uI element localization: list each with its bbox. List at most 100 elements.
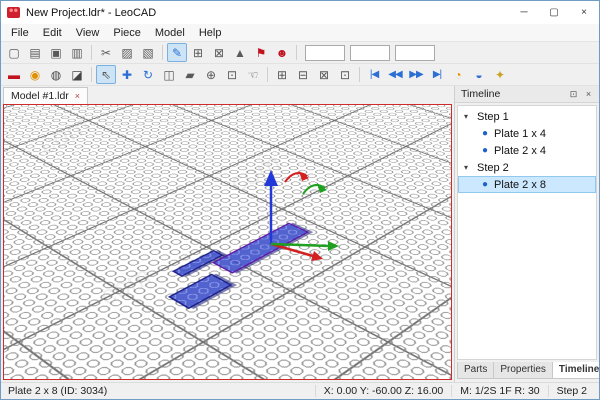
tab-timeline[interactable]: Timeline bbox=[552, 362, 600, 379]
toolbar-separator bbox=[359, 67, 360, 82]
dock-close-icon[interactable]: × bbox=[581, 87, 596, 102]
menu-view[interactable]: View bbox=[69, 26, 107, 40]
angle-snap-combo[interactable] bbox=[350, 45, 390, 61]
dock-tab-bar: Parts Properties Timeline bbox=[455, 362, 599, 382]
menu-model[interactable]: Model bbox=[148, 26, 192, 40]
view-reset-button[interactable]: ⊡ bbox=[335, 65, 355, 84]
cut-button[interactable]: ✂ bbox=[96, 43, 116, 62]
title-bar: New Project.ldr* - LeoCAD ─ ▢ × bbox=[1, 1, 599, 24]
timeline-step-2[interactable]: ▾ Step 2 bbox=[458, 159, 596, 176]
step-label: Step 1 bbox=[477, 111, 509, 123]
toolbar-separator bbox=[267, 67, 268, 82]
window-title: New Project.ldr* - LeoCAD bbox=[26, 7, 509, 19]
open-button[interactable]: ▤ bbox=[25, 43, 45, 62]
print-button[interactable]: ▥ bbox=[67, 43, 87, 62]
transform-combo[interactable] bbox=[395, 45, 435, 61]
tab-parts[interactable]: Parts bbox=[457, 362, 494, 379]
standard-toolbar: ▢ ▤ ▣ ▥ ✂ ▨ ▧ ✎ ⊞ ⊠ ▲ ⚑ ☻ bbox=[1, 42, 599, 64]
snap-translate-button[interactable]: ⊞ bbox=[188, 43, 208, 62]
step-next-button[interactable]: ▶▶ bbox=[406, 65, 426, 84]
menu-edit[interactable]: Edit bbox=[36, 26, 69, 40]
menu-file[interactable]: File bbox=[4, 26, 36, 40]
brick-plate-2x4[interactable] bbox=[168, 274, 233, 309]
pan-tool-button[interactable]: ☜ bbox=[243, 65, 263, 84]
copy-button[interactable]: ▨ bbox=[117, 43, 137, 62]
gizmo-z-axis-arrow[interactable] bbox=[264, 170, 278, 244]
main-area: Model #1.ldr × com com com bbox=[1, 86, 599, 382]
tools-toolbar: ▬ ◉ ◍ ◪ ⇖ ✚ ↻ ◫ ▰ ⊕ ⊡ ☜ ⊞ ⊟ ⊠ ⊡ |◀ ◀◀ ▶▶… bbox=[1, 64, 599, 86]
menu-help[interactable]: Help bbox=[192, 26, 229, 40]
status-bar: Plate 2 x 8 (ID: 3034) X: 0.00 Y: -60.00… bbox=[1, 382, 599, 399]
toolbar-separator bbox=[91, 67, 92, 82]
light-button[interactable]: ◉ bbox=[25, 65, 45, 84]
model-tab[interactable]: Model #1.ldr × bbox=[3, 87, 88, 104]
part-label: Plate 2 x 8 bbox=[494, 179, 546, 191]
chevron-down-icon[interactable]: ▾ bbox=[464, 112, 472, 121]
timeline-dock: Timeline ⊡ × ▾ Step 1 ● Plate 1 x 4 ● Pl… bbox=[454, 86, 599, 382]
step-previous-button[interactable]: ◀◀ bbox=[385, 65, 405, 84]
step-first-button[interactable]: |◀ bbox=[364, 65, 384, 84]
part-label: Plate 2 x 4 bbox=[494, 145, 546, 157]
transform-button[interactable]: ▲ bbox=[230, 43, 250, 62]
add-keys-button[interactable]: ✦ bbox=[490, 65, 510, 84]
zoom-in-tool-button[interactable]: ⊕ bbox=[201, 65, 221, 84]
preview-button[interactable]: ◔ bbox=[448, 65, 468, 84]
camera-button[interactable]: ◪ bbox=[67, 65, 87, 84]
toolbar-separator bbox=[162, 45, 163, 60]
tab-close-icon[interactable]: × bbox=[75, 91, 80, 101]
pencil-tool-button[interactable]: ✎ bbox=[167, 43, 187, 62]
view-remove-button[interactable]: ⊠ bbox=[314, 65, 334, 84]
menu-piece[interactable]: Piece bbox=[106, 26, 148, 40]
part-dot-icon: ● bbox=[482, 128, 488, 139]
snap-rotate-button[interactable]: ⊠ bbox=[209, 43, 229, 62]
paste-button[interactable]: ▧ bbox=[138, 43, 158, 62]
status-coordinates: X: 0.00 Y: -60.00 Z: 16.00 bbox=[315, 385, 451, 397]
dock-title: Timeline bbox=[461, 88, 566, 100]
rotate-tool-button[interactable]: ↻ bbox=[138, 65, 158, 84]
new-button[interactable]: ▢ bbox=[4, 43, 24, 62]
timeline-part-plate-2x4[interactable]: ● Plate 2 x 4 bbox=[458, 142, 596, 159]
maximize-button[interactable]: ▢ bbox=[539, 1, 569, 24]
tab-properties[interactable]: Properties bbox=[493, 362, 553, 379]
view-split-vertical-button[interactable]: ⊟ bbox=[293, 65, 313, 84]
move-tool-button[interactable]: ✚ bbox=[117, 65, 137, 84]
step-last-button[interactable]: ▶| bbox=[427, 65, 447, 84]
menu-bar: File Edit View Piece Model Help bbox=[1, 24, 599, 42]
timeline-step-1[interactable]: ▾ Step 1 bbox=[458, 108, 596, 125]
gizmo-rotate-y-handle[interactable] bbox=[303, 183, 327, 194]
render-button[interactable]: ◒ bbox=[469, 65, 489, 84]
model-tab-label: Model #1.ldr bbox=[11, 90, 69, 102]
toolbar-separator bbox=[91, 45, 92, 60]
close-button[interactable]: × bbox=[569, 1, 599, 24]
relative-mode-button[interactable]: ⚑ bbox=[251, 43, 271, 62]
gizmo-rotate-x-handle[interactable] bbox=[285, 171, 309, 182]
status-snap: M: 1/2S 1F R: 30 bbox=[451, 385, 547, 397]
viewport-3d[interactable]: com com com bbox=[3, 104, 452, 380]
toolbar-separator bbox=[296, 45, 297, 60]
save-button[interactable]: ▣ bbox=[46, 43, 66, 62]
chevron-down-icon[interactable]: ▾ bbox=[464, 163, 472, 172]
model-tab-bar: Model #1.ldr × bbox=[3, 86, 452, 104]
status-step: Step 2 bbox=[548, 385, 595, 397]
timeline-tree: ▾ Step 1 ● Plate 1 x 4 ● Plate 2 x 4 ▾ S… bbox=[457, 105, 597, 360]
zoom-region-tool-button[interactable]: ⊡ bbox=[222, 65, 242, 84]
minifig-wizard-button[interactable]: ☻ bbox=[272, 43, 292, 62]
select-tool-button[interactable]: ⇖ bbox=[96, 65, 116, 84]
status-selection: Plate 2 x 8 (ID: 3034) bbox=[5, 385, 315, 397]
insert-piece-button[interactable]: ▬ bbox=[4, 65, 24, 84]
move-snap-combo[interactable] bbox=[305, 45, 345, 61]
part-dot-icon: ● bbox=[482, 179, 488, 190]
move-rotate-gizmo bbox=[201, 136, 351, 266]
dock-float-icon[interactable]: ⊡ bbox=[566, 87, 581, 102]
paint-tool-button[interactable]: ▰ bbox=[180, 65, 200, 84]
view-split-horizontal-button[interactable]: ⊞ bbox=[272, 65, 292, 84]
part-label: Plate 1 x 4 bbox=[494, 128, 546, 140]
dock-header: Timeline ⊡ × bbox=[455, 86, 599, 103]
delete-tool-button[interactable]: ◫ bbox=[159, 65, 179, 84]
timeline-part-plate-2x8[interactable]: ● Plate 2 x 8 bbox=[458, 176, 596, 193]
viewport-column: Model #1.ldr × com com com bbox=[1, 86, 454, 382]
timeline-part-plate-1x4[interactable]: ● Plate 1 x 4 bbox=[458, 125, 596, 142]
spotlight-button[interactable]: ◍ bbox=[46, 65, 66, 84]
minimize-button[interactable]: ─ bbox=[509, 1, 539, 24]
app-window: New Project.ldr* - LeoCAD ─ ▢ × File Edi… bbox=[0, 0, 600, 400]
